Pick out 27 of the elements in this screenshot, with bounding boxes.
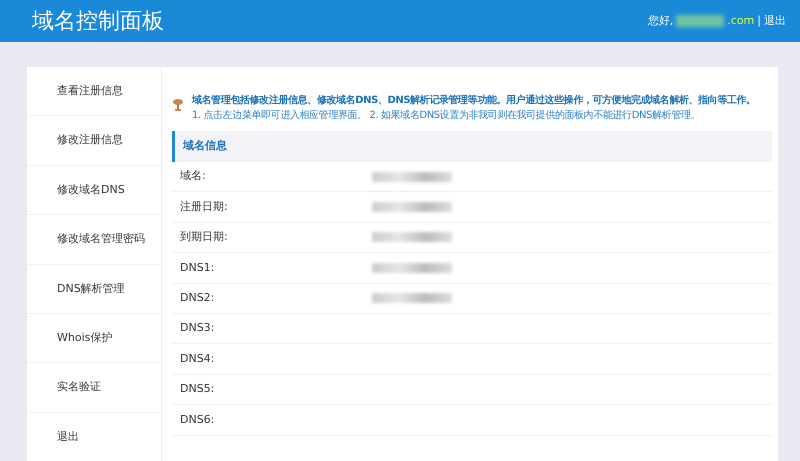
section-title: 域名信息 bbox=[183, 138, 227, 154]
field-label: 到期日期: bbox=[180, 229, 229, 246]
sidebar-item[interactable]: 查看注册信息 bbox=[27, 67, 161, 116]
separator-text: | bbox=[757, 12, 761, 29]
field-label: 注册日期: bbox=[180, 198, 229, 215]
greeting-text: 您好, bbox=[648, 12, 674, 29]
field-label: DNS1: bbox=[180, 260, 216, 276]
panel-title: 域名控制面板 bbox=[32, 8, 164, 36]
sidebar-item[interactable]: 实名验证 bbox=[27, 363, 161, 413]
field-label: 域名: bbox=[180, 168, 207, 184]
logout-link[interactable]: 退出 bbox=[764, 12, 786, 30]
field-label: DNS3: bbox=[180, 320, 216, 336]
sidebar-item[interactable]: 修改域名DNS bbox=[27, 166, 161, 216]
field-label: DNS4: bbox=[180, 350, 216, 367]
notice-headline: 域名管理包括修改注册信息、修改域名DNS、DNS解析记录管理等功能。用户通过这些操作，可方便地完成域名解析、指向等工作。 bbox=[192, 93, 756, 108]
redacted-username bbox=[676, 15, 724, 27]
sidebar-item[interactable]: 退出 bbox=[27, 412, 161, 461]
sidebar-item[interactable]: DNS解析管理 bbox=[27, 264, 161, 314]
sidebar-item[interactable]: 修改注册信息 bbox=[27, 116, 161, 166]
field-label: DNS2: bbox=[180, 290, 216, 306]
lamp-icon bbox=[172, 97, 184, 111]
field-label: DNS6: bbox=[180, 412, 216, 428]
domain-suffix: .com bbox=[727, 12, 754, 29]
sidebar-item[interactable]: Whois保护 bbox=[27, 314, 161, 364]
notice-detail: 1. 点击左边菜单即可进入相应管理界面。 2. 如果域名DNS设置为非我司则在我司提供的面板内不能进行DNS解析管理。 bbox=[192, 108, 702, 123]
field-label: DNS5: bbox=[180, 381, 216, 398]
sidebar-item[interactable]: 修改域名管理密码 bbox=[27, 215, 161, 265]
